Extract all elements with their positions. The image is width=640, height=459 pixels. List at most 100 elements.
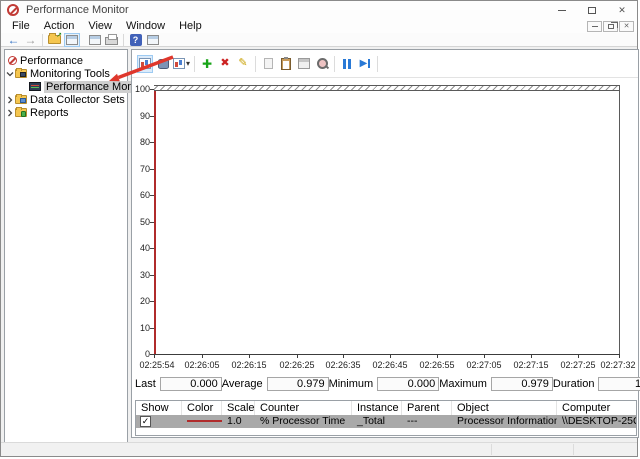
status-bar-separator (573, 444, 574, 455)
y-tick-label: 100 (134, 84, 150, 94)
delete-counter-button[interactable]: ✖ (217, 55, 233, 73)
chevron-right-icon[interactable] (5, 109, 15, 117)
y-tick (150, 222, 154, 223)
folder-up-icon: ↗ (48, 32, 62, 44)
counter-table-header: Show Color Scale Counter Instance Parent… (136, 401, 636, 415)
column-show[interactable]: Show (136, 401, 182, 415)
forward-button[interactable]: → (23, 33, 38, 47)
x-tick-label: 02:26:15 (231, 360, 267, 370)
parent-cell: --- (407, 415, 418, 427)
y-tick-label: 80 (139, 137, 150, 147)
freeze-display-button[interactable] (339, 55, 355, 73)
zoom-button[interactable] (314, 55, 330, 73)
highlight-button[interactable]: ✎ (235, 55, 251, 73)
color-cell (182, 415, 222, 428)
stat-label: Duration (552, 378, 595, 390)
chevron-right-icon[interactable] (5, 96, 15, 104)
close-icon: ✕ (618, 5, 626, 15)
y-tick-label: 20 (139, 296, 150, 306)
current-activity-icon (139, 58, 151, 69)
maximize-button[interactable] (577, 1, 607, 20)
stat-average: Average 0.979 (222, 377, 329, 391)
chart-plot-area (154, 85, 620, 355)
column-color[interactable]: Color (182, 401, 222, 415)
data-collector-sets-icon (15, 94, 27, 104)
stat-maximum: Maximum 0.979 (439, 377, 553, 391)
tree-item-performance-monitor[interactable]: Performance Monitor (5, 80, 151, 93)
y-tick (150, 275, 154, 276)
minimize-button[interactable] (547, 1, 577, 20)
child-restore-button[interactable] (603, 21, 618, 32)
back-button[interactable]: ← (6, 33, 21, 47)
x-tick (202, 354, 203, 358)
view-log-data-button[interactable] (155, 55, 171, 73)
properties-icon (298, 58, 311, 69)
show-action-pane-button[interactable] (145, 33, 160, 47)
up-one-level-button[interactable]: ↗ (47, 32, 62, 47)
up-arrow-glyph: ↗ (56, 32, 62, 39)
change-graph-type-button[interactable]: ▾ (173, 55, 190, 73)
menu-file[interactable]: File (5, 20, 37, 33)
y-tick-label: 70 (139, 164, 150, 174)
copy-icon (263, 58, 273, 69)
tree-item-data-collector-sets[interactable]: Data Collector Sets (5, 93, 127, 106)
stat-value: 0.000 (377, 377, 440, 391)
y-tick-label: 50 (139, 217, 150, 227)
toolbar-separator (377, 55, 379, 72)
child-minimize-button[interactable] (587, 21, 602, 32)
export-list-button[interactable] (87, 33, 102, 47)
y-tick-label: 30 (139, 270, 150, 280)
copy-properties-button[interactable] (260, 55, 276, 73)
properties-button[interactable] (296, 55, 312, 73)
child-close-button[interactable]: ✕ (619, 21, 634, 32)
chevron-down-icon[interactable] (5, 70, 15, 78)
stat-value: 1:40 (598, 377, 640, 391)
y-tick-label: 0 (144, 349, 150, 359)
counter-row[interactable]: ✓ 1.0 % Processor Time _Total --- Proces… (136, 415, 636, 428)
window-controls: ✕ (547, 1, 637, 20)
add-icon: ✚ (201, 56, 213, 71)
menu-window[interactable]: Window (119, 20, 172, 33)
tree-item-reports[interactable]: Reports (5, 106, 127, 119)
paste-counter-list-button[interactable] (278, 55, 294, 73)
close-button[interactable]: ✕ (607, 1, 637, 20)
y-tick (150, 248, 154, 249)
status-bar (1, 442, 637, 456)
performance-monitor-app-icon (7, 4, 19, 16)
play-step-icon: ▶ (360, 58, 371, 69)
chart-top-hatch (154, 85, 620, 91)
y-tick (150, 195, 154, 196)
add-counter-button[interactable]: ✚ (199, 55, 215, 73)
tree-item-performance[interactable]: Performance (5, 54, 127, 67)
x-tick-label: 02:27:32 (600, 360, 636, 370)
help-button[interactable]: ? (128, 33, 143, 47)
help-icon: ? (129, 33, 142, 46)
column-counter[interactable]: Counter (255, 401, 352, 415)
show-checkbox[interactable]: ✓ (140, 416, 151, 427)
print-button[interactable] (104, 33, 119, 47)
column-object[interactable]: Object (452, 401, 557, 415)
show-cell: ✓ (136, 416, 182, 427)
toolbar-separator (255, 55, 257, 72)
view-current-activity-button[interactable] (137, 54, 153, 73)
column-instance[interactable]: Instance (352, 401, 402, 415)
menu-help[interactable]: Help (172, 20, 209, 33)
x-tick-label: 02:26:45 (372, 360, 408, 370)
tree-item-monitoring-tools[interactable]: Monitoring Tools (5, 67, 127, 80)
status-bar-separator (491, 444, 492, 455)
reports-icon (15, 107, 27, 117)
x-tick-label: 02:26:25 (279, 360, 315, 370)
stat-minimum: Minimum 0.000 (329, 377, 440, 391)
tree-item-label: Performance (20, 54, 83, 67)
object-cell: Processor Information (457, 415, 557, 427)
column-computer[interactable]: Computer (557, 401, 636, 415)
update-data-button[interactable]: ▶ (357, 55, 373, 73)
column-parent[interactable]: Parent (402, 401, 452, 415)
chart-overlay-icon (20, 72, 26, 77)
show-console-tree-button[interactable] (64, 32, 80, 47)
x-tick-label: 02:26:35 (325, 360, 361, 370)
scale-cell: 1.0 (227, 415, 242, 427)
column-scale[interactable]: Scale (222, 401, 255, 415)
menu-view[interactable]: View (81, 20, 119, 33)
child-restore-icon (607, 22, 618, 29)
